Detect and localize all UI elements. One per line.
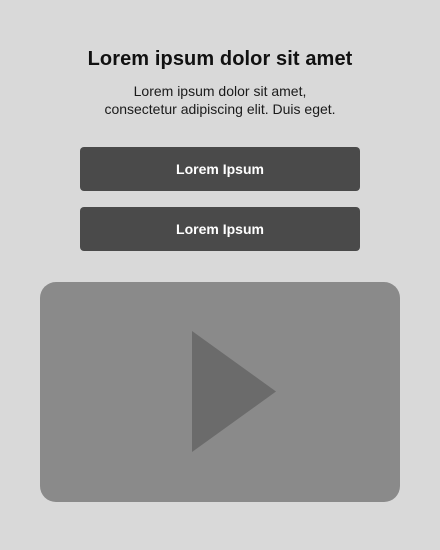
primary-button[interactable]: Lorem Ipsum <box>80 147 360 191</box>
secondary-button-label: Lorem Ipsum <box>176 221 264 237</box>
play-icon[interactable] <box>192 331 276 452</box>
video-player[interactable] <box>40 282 400 502</box>
page-title: Lorem ipsum dolor sit amet <box>87 48 353 70</box>
secondary-button[interactable]: Lorem Ipsum <box>80 207 360 251</box>
page-subtitle: Lorem ipsum dolor sit amet, consectetur … <box>0 82 440 118</box>
subtitle-line-1: Lorem ipsum dolor sit amet, <box>133 83 307 99</box>
primary-button-label: Lorem Ipsum <box>176 161 264 177</box>
subtitle-line-2: consectetur adipiscing elit. Duis eget. <box>104 101 336 117</box>
